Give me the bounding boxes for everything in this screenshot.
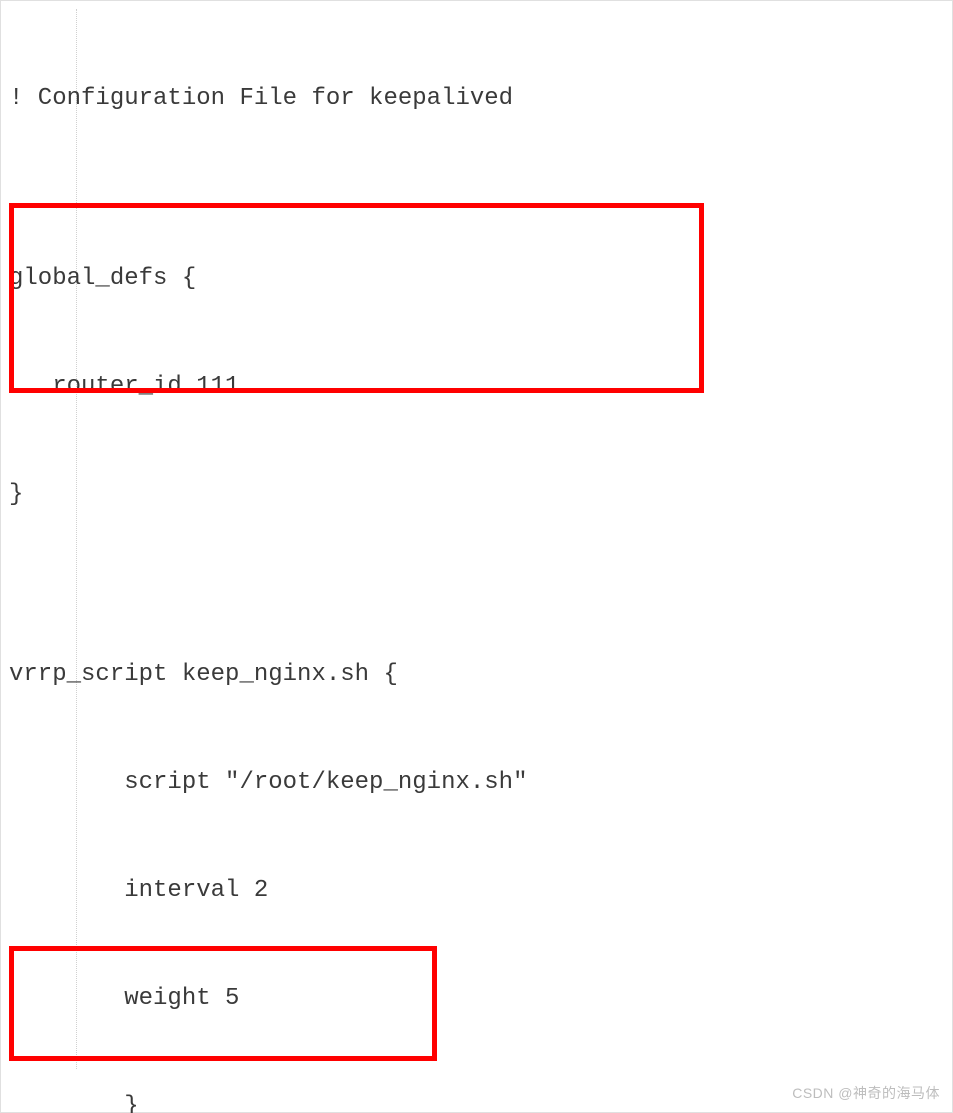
watermark-text: CSDN @神奇的海马体 bbox=[792, 1083, 940, 1104]
code-line: vrrp_script keep_nginx.sh { bbox=[9, 657, 944, 693]
code-line: } bbox=[9, 477, 944, 513]
code-line: router_id 111 bbox=[9, 369, 944, 405]
code-line: ! Configuration File for keepalived bbox=[9, 81, 944, 117]
code-line: global_defs { bbox=[9, 261, 944, 297]
code-line: weight 5 bbox=[9, 981, 944, 1017]
page-container: ! Configuration File for keepalived glob… bbox=[0, 0, 953, 1113]
code-line: script "/root/keep_nginx.sh" bbox=[9, 765, 944, 801]
code-line: interval 2 bbox=[9, 873, 944, 909]
config-code-block: ! Configuration File for keepalived glob… bbox=[9, 9, 944, 1113]
